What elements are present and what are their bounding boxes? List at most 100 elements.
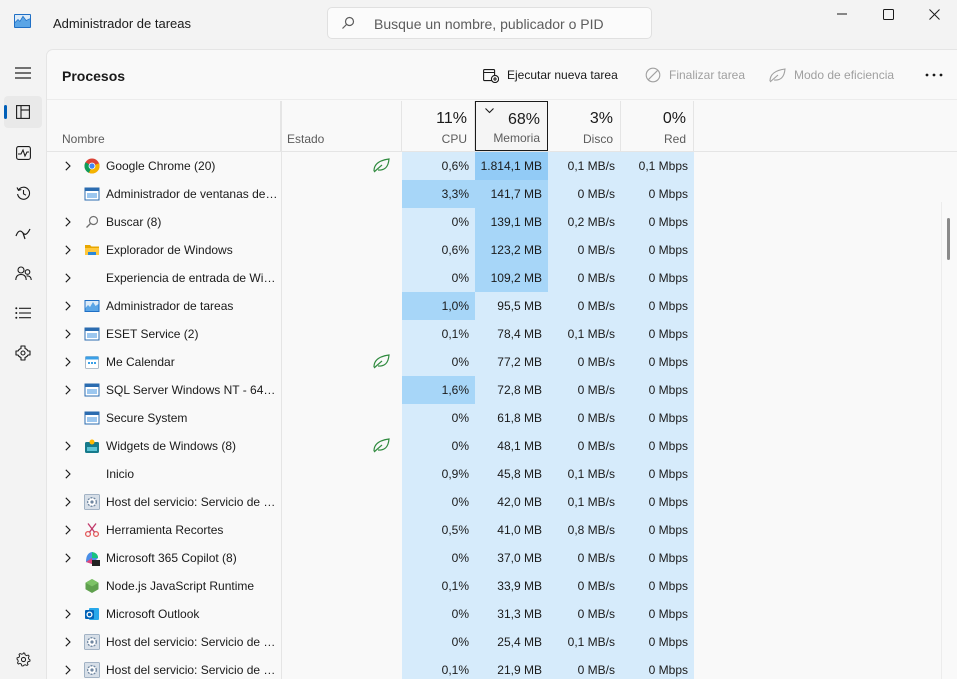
- process-row[interactable]: Node.js JavaScript Runtime 0,1% 33,9 MB …: [47, 572, 957, 600]
- snip-icon: [84, 522, 100, 538]
- process-row[interactable]: Explorador de Windows 0,6% 123,2 MB 0 MB…: [47, 236, 957, 264]
- process-name: Experiencia de entrada de Windows: [106, 271, 278, 285]
- process-name: Administrador de tareas: [106, 299, 234, 313]
- search-box[interactable]: [327, 7, 652, 39]
- process-network: 0 Mbps: [621, 264, 694, 292]
- process-network: 0 Mbps: [621, 460, 694, 488]
- gear-icon: [84, 662, 100, 678]
- column-header-memory[interactable]: 68% Memoria: [475, 101, 548, 151]
- process-cpu: 0%: [402, 404, 475, 432]
- expand-chevron-icon[interactable]: [65, 469, 71, 479]
- process-cpu: 0%: [402, 600, 475, 628]
- process-disk: 0 MB/s: [548, 348, 621, 376]
- column-header-network[interactable]: 0% Red: [621, 101, 694, 151]
- process-memory: 42,0 MB: [475, 488, 548, 516]
- process-name: Microsoft Outlook: [106, 607, 200, 621]
- expand-chevron-icon[interactable]: [65, 357, 71, 367]
- column-header-status[interactable]: Estado: [281, 101, 402, 151]
- process-row[interactable]: Me Calendar 0% 77,2 MB 0 MB/s 0 Mbps: [47, 348, 957, 376]
- column-header-disk[interactable]: 3% Disco: [548, 101, 621, 151]
- process-row[interactable]: Microsoft 365 Copilot (8) 0% 37,0 MB 0 M…: [47, 544, 957, 572]
- processes-panel: Procesos Ejecutar nueva tarea Finalizar …: [46, 49, 957, 679]
- expand-chevron-icon[interactable]: [65, 273, 71, 283]
- process-row[interactable]: ESET Service (2) 0,1% 78,4 MB 0,1 MB/s 0…: [47, 320, 957, 348]
- expand-chevron-icon[interactable]: [65, 665, 71, 675]
- process-row[interactable]: Administrador de ventanas del escritorio…: [47, 180, 957, 208]
- end-task-button[interactable]: Finalizar tarea: [645, 63, 745, 87]
- process-name: Me Calendar: [106, 355, 175, 369]
- nav-app-history[interactable]: [4, 177, 42, 209]
- expand-chevron-icon[interactable]: [65, 525, 71, 535]
- process-disk: 0,1 MB/s: [548, 628, 621, 656]
- nav-users[interactable]: [4, 257, 42, 289]
- process-row[interactable]: Herramienta Recortes 0,5% 41,0 MB 0,8 MB…: [47, 516, 957, 544]
- expand-chevron-icon[interactable]: [65, 609, 71, 619]
- column-header-cpu[interactable]: 11% CPU: [402, 101, 475, 151]
- expand-chevron-icon[interactable]: [65, 161, 71, 171]
- page-title: Procesos: [62, 68, 126, 84]
- process-disk: 0 MB/s: [548, 292, 621, 320]
- process-row[interactable]: Experiencia de entrada de Windows 0% 109…: [47, 264, 957, 292]
- run-new-task-button[interactable]: Ejecutar nueva tarea: [483, 63, 618, 87]
- expand-chevron-icon[interactable]: [65, 497, 71, 507]
- process-row[interactable]: Inicio 0,9% 45,8 MB 0,1 MB/s 0 Mbps: [47, 460, 957, 488]
- menu-toggle-button[interactable]: [4, 57, 42, 89]
- expand-chevron-icon[interactable]: [65, 553, 71, 563]
- process-status-cell: [281, 320, 401, 348]
- efficiency-leaf-icon: [373, 438, 390, 453]
- nav-services[interactable]: [4, 337, 42, 369]
- search-input[interactable]: [374, 14, 644, 34]
- process-row[interactable]: Host del servicio: Servicio de red 0% 25…: [47, 628, 957, 656]
- sort-descending-icon: [485, 108, 494, 114]
- process-disk: 0,1 MB/s: [548, 320, 621, 348]
- column-header-name[interactable]: Nombre: [47, 101, 281, 151]
- nav-processes[interactable]: [4, 96, 42, 128]
- process-cpu: 0,6%: [402, 152, 475, 180]
- more-options-button[interactable]: [919, 63, 949, 87]
- cpu-total-percent: 11%: [436, 110, 467, 127]
- details-list-icon: [15, 307, 31, 319]
- nav-details[interactable]: [4, 297, 42, 329]
- expand-chevron-icon[interactable]: [65, 385, 71, 395]
- process-row[interactable]: Google Chrome (20) 0,6% 1.814,1 MB 0,1 M…: [47, 152, 957, 180]
- process-row[interactable]: Host del servicio: Servicio de datos 0,1…: [47, 656, 957, 679]
- expand-chevron-icon[interactable]: [65, 217, 71, 227]
- close-button[interactable]: [911, 0, 957, 28]
- nav-startup-apps[interactable]: [4, 217, 42, 249]
- blank-icon: [84, 466, 100, 482]
- efficiency-mode-button[interactable]: Modo de eficiencia: [769, 63, 894, 87]
- maximize-button[interactable]: [865, 0, 911, 28]
- process-row[interactable]: Host del servicio: Servicio de usuario 0…: [47, 488, 957, 516]
- process-name: Administrador de ventanas del escritorio: [106, 187, 278, 201]
- process-network: 0 Mbps: [621, 348, 694, 376]
- window-icon: [84, 410, 100, 426]
- expand-chevron-icon[interactable]: [65, 301, 71, 311]
- process-row[interactable]: SQL Server Windows NT - 64 Bit 1,6% 72,8…: [47, 376, 957, 404]
- outlook-icon: [84, 606, 100, 622]
- process-row[interactable]: Secure System 0% 61,8 MB 0 MB/s 0 Mbps: [47, 404, 957, 432]
- process-row[interactable]: Microsoft Outlook 0% 31,3 MB 0 MB/s 0 Mb…: [47, 600, 957, 628]
- process-cpu: 0%: [402, 432, 475, 460]
- process-name: Widgets de Windows (8): [106, 439, 237, 453]
- process-disk: 0,1 MB/s: [548, 460, 621, 488]
- process-table: Nombre Estado 11% CPU 68% Memoria 3% Dis…: [47, 101, 957, 679]
- nav-performance[interactable]: [4, 137, 42, 169]
- expand-chevron-icon[interactable]: [65, 637, 71, 647]
- process-network: 0 Mbps: [621, 628, 694, 656]
- minimize-button[interactable]: [819, 0, 865, 28]
- performance-icon: [15, 146, 31, 160]
- process-disk: 0 MB/s: [548, 432, 621, 460]
- process-memory: 31,3 MB: [475, 600, 548, 628]
- process-row[interactable]: Buscar (8) 0% 139,1 MB 0,2 MB/s 0 Mbps: [47, 208, 957, 236]
- expand-chevron-icon[interactable]: [65, 329, 71, 339]
- nav-settings[interactable]: [4, 643, 42, 675]
- expand-chevron-icon[interactable]: [65, 441, 71, 451]
- scrollbar-thumb[interactable]: [947, 218, 950, 260]
- window-icon: [84, 186, 100, 202]
- process-row[interactable]: Widgets de Windows (8) 0% 48,1 MB 0 MB/s…: [47, 432, 957, 460]
- expand-chevron-icon[interactable]: [65, 245, 71, 255]
- search-icon: [84, 214, 100, 230]
- process-row[interactable]: Administrador de tareas 1,0% 95,5 MB 0 M…: [47, 292, 957, 320]
- process-network: 0 Mbps: [621, 236, 694, 264]
- vertical-scrollbar[interactable]: [941, 202, 957, 679]
